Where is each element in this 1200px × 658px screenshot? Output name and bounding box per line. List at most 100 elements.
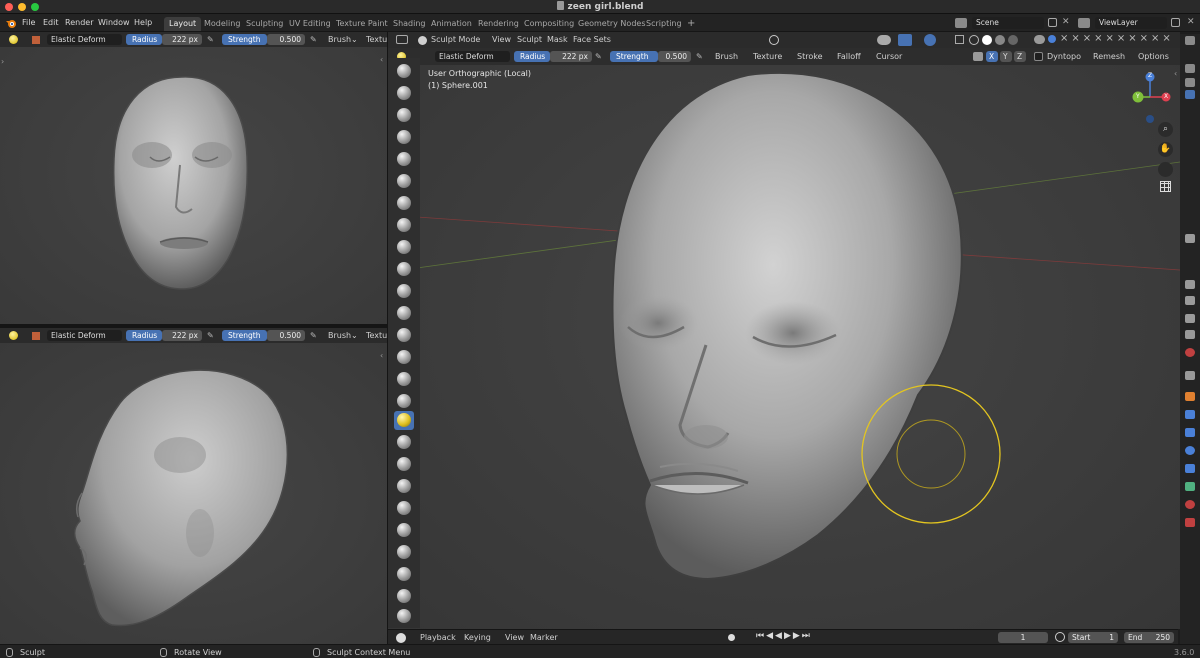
mode-dropdown[interactable]: Sculpt Mode <box>431 35 480 44</box>
tab-animation[interactable]: Animation <box>426 17 477 31</box>
brush-name-field[interactable]: Elastic Deform <box>47 34 122 45</box>
navigation-gizmo[interactable]: Z X Y <box>1128 69 1174 127</box>
new-view-layer-icon[interactable] <box>1171 18 1180 27</box>
menu-sculpt[interactable]: Sculpt <box>517 35 542 44</box>
tool-clay-strips[interactable] <box>394 128 414 147</box>
radius-field[interactable]: 222 px <box>162 34 202 45</box>
texture-swatch-icon[interactable] <box>32 36 40 44</box>
overlay-toggle-icon[interactable] <box>924 34 936 46</box>
particles-tab-icon[interactable] <box>1185 428 1195 437</box>
tool-snake-hook[interactable] <box>394 433 414 452</box>
tab-layout[interactable]: Layout <box>164 17 202 31</box>
tool-pinch[interactable] <box>394 370 414 389</box>
close-window-button[interactable] <box>5 3 13 11</box>
gizmo-toggle-icon[interactable] <box>898 34 912 46</box>
tab-texture-paint[interactable]: Texture Paint <box>331 17 393 31</box>
menu-playback[interactable]: Playback <box>420 633 456 642</box>
menu-face-sets[interactable]: Face Sets <box>573 35 611 44</box>
brush-menu[interactable]: Brush <box>328 35 351 44</box>
falloff-menu[interactable]: Falloff <box>837 52 861 61</box>
menu-help[interactable]: Help <box>134 18 152 27</box>
tab-scripting[interactable]: Scripting <box>641 17 687 31</box>
minimize-window-button[interactable] <box>18 3 26 11</box>
brush-menu[interactable]: Brush <box>715 52 738 61</box>
strength-field[interactable]: 0.500 <box>267 330 305 341</box>
remesh-menu[interactable]: Remesh <box>1093 52 1125 61</box>
end-frame-field[interactable]: End 250 <box>1124 632 1174 643</box>
tool-tab-icon[interactable] <box>1185 234 1195 243</box>
symmetry-x-toggle[interactable]: X <box>986 51 998 62</box>
strength-field[interactable]: 0.500 <box>658 51 691 62</box>
active-tool-tab-icon[interactable] <box>1185 90 1195 99</box>
options-menu[interactable]: Options <box>1138 52 1169 61</box>
tool-multiplane-scrape[interactable] <box>394 348 414 367</box>
tab-shading[interactable]: Shading <box>388 17 431 31</box>
timer-icon[interactable] <box>1055 632 1065 642</box>
texture-menu-clipped[interactable]: Textu <box>366 35 387 44</box>
tool-elastic-deform[interactable] <box>394 411 414 430</box>
tool-draw[interactable] <box>394 62 414 81</box>
tab-modeling[interactable]: Modeling <box>199 17 245 31</box>
brush-menu[interactable]: Brush <box>328 331 351 340</box>
tool-thumb[interactable] <box>394 455 414 474</box>
texture-swatch-icon[interactable] <box>32 332 40 340</box>
tool-slide-relax[interactable] <box>394 543 414 562</box>
add-workspace-button[interactable]: + <box>682 17 700 31</box>
strength-field[interactable]: 0.500 <box>267 34 305 45</box>
camera-icon[interactable] <box>1158 162 1173 177</box>
brush-name-field[interactable]: Elastic Deform <box>435 51 510 62</box>
object-tab-icon[interactable] <box>1185 392 1195 401</box>
tool-nudge[interactable] <box>394 499 414 518</box>
toolbar-toggle-icon[interactable]: › <box>1 57 4 66</box>
left-bottom-viewport[interactable]: ‹ <box>0 343 387 644</box>
tool-flatten[interactable] <box>394 282 414 301</box>
pen-pressure-icon[interactable]: ✎ <box>310 35 317 44</box>
modifier-tab-icon[interactable] <box>1185 410 1195 419</box>
pen-pressure-icon[interactable]: ✎ <box>595 52 602 61</box>
current-frame-field[interactable]: 1 <box>998 632 1048 643</box>
editor-type-icon[interactable] <box>396 35 408 44</box>
tool-smooth[interactable] <box>394 260 414 279</box>
tool-simplify[interactable] <box>394 607 414 626</box>
menu-edit[interactable]: Edit <box>43 18 59 27</box>
tool-clay-thumb[interactable] <box>394 150 414 169</box>
tool-fill[interactable] <box>394 304 414 323</box>
sidebar-toggle-icon[interactable]: ‹ <box>380 351 383 360</box>
material-tab-icon[interactable] <box>1185 500 1195 509</box>
render-properties-icon[interactable] <box>1185 64 1195 73</box>
constraints-tab-icon[interactable] <box>1185 464 1195 473</box>
dyntopo-menu[interactable]: Dyntopo <box>1047 52 1081 61</box>
gizmo-pan-icon[interactable]: ✋ <box>1158 142 1173 157</box>
sidebar-toggle-icon[interactable]: ‹ <box>1174 69 1177 78</box>
dyntopo-checkbox[interactable] <box>1034 52 1043 61</box>
sculpt-brush-icon[interactable] <box>9 35 18 44</box>
xray-toggle-icon[interactable] <box>955 35 964 44</box>
radius-field[interactable]: 222 px <box>550 51 592 62</box>
visibility-dot-icon[interactable] <box>1048 35 1056 43</box>
solid-shading-icon[interactable] <box>982 35 992 45</box>
start-frame-field[interactable]: Start 1 <box>1068 632 1118 643</box>
output-properties-icon[interactable] <box>1185 78 1195 87</box>
data-tab-icon[interactable] <box>1185 482 1195 491</box>
tool-boundary[interactable] <box>394 565 414 584</box>
sculpt-brush-icon[interactable] <box>9 331 18 340</box>
tab-rendering[interactable]: Rendering <box>473 17 524 31</box>
tool-crease[interactable] <box>394 238 414 257</box>
view-layer-field[interactable]: ViewLayer <box>1095 17 1167 29</box>
tab-compositing[interactable]: Compositing <box>519 17 579 31</box>
material-shading-icon[interactable] <box>995 35 1005 45</box>
pen-pressure-icon[interactable]: ✎ <box>310 331 317 340</box>
render-tab-icon[interactable] <box>1185 280 1195 289</box>
clock-icon[interactable] <box>396 633 406 643</box>
tool-layer[interactable] <box>394 172 414 191</box>
tool-cloth[interactable] <box>394 587 414 606</box>
pen-pressure-icon[interactable]: ✎ <box>696 52 703 61</box>
tool-rotate[interactable] <box>394 521 414 540</box>
menu-mask[interactable]: Mask <box>547 35 568 44</box>
pen-pressure-icon[interactable]: ✎ <box>207 331 214 340</box>
texture-menu-clipped[interactable]: Textu <box>366 331 387 340</box>
menu-keying[interactable]: Keying <box>464 633 491 642</box>
grid-icon[interactable] <box>1160 181 1171 192</box>
collection-tab-icon[interactable] <box>1185 371 1195 380</box>
main-viewport[interactable]: User Orthographic (Local) (1) Sphere.001… <box>388 65 1180 629</box>
